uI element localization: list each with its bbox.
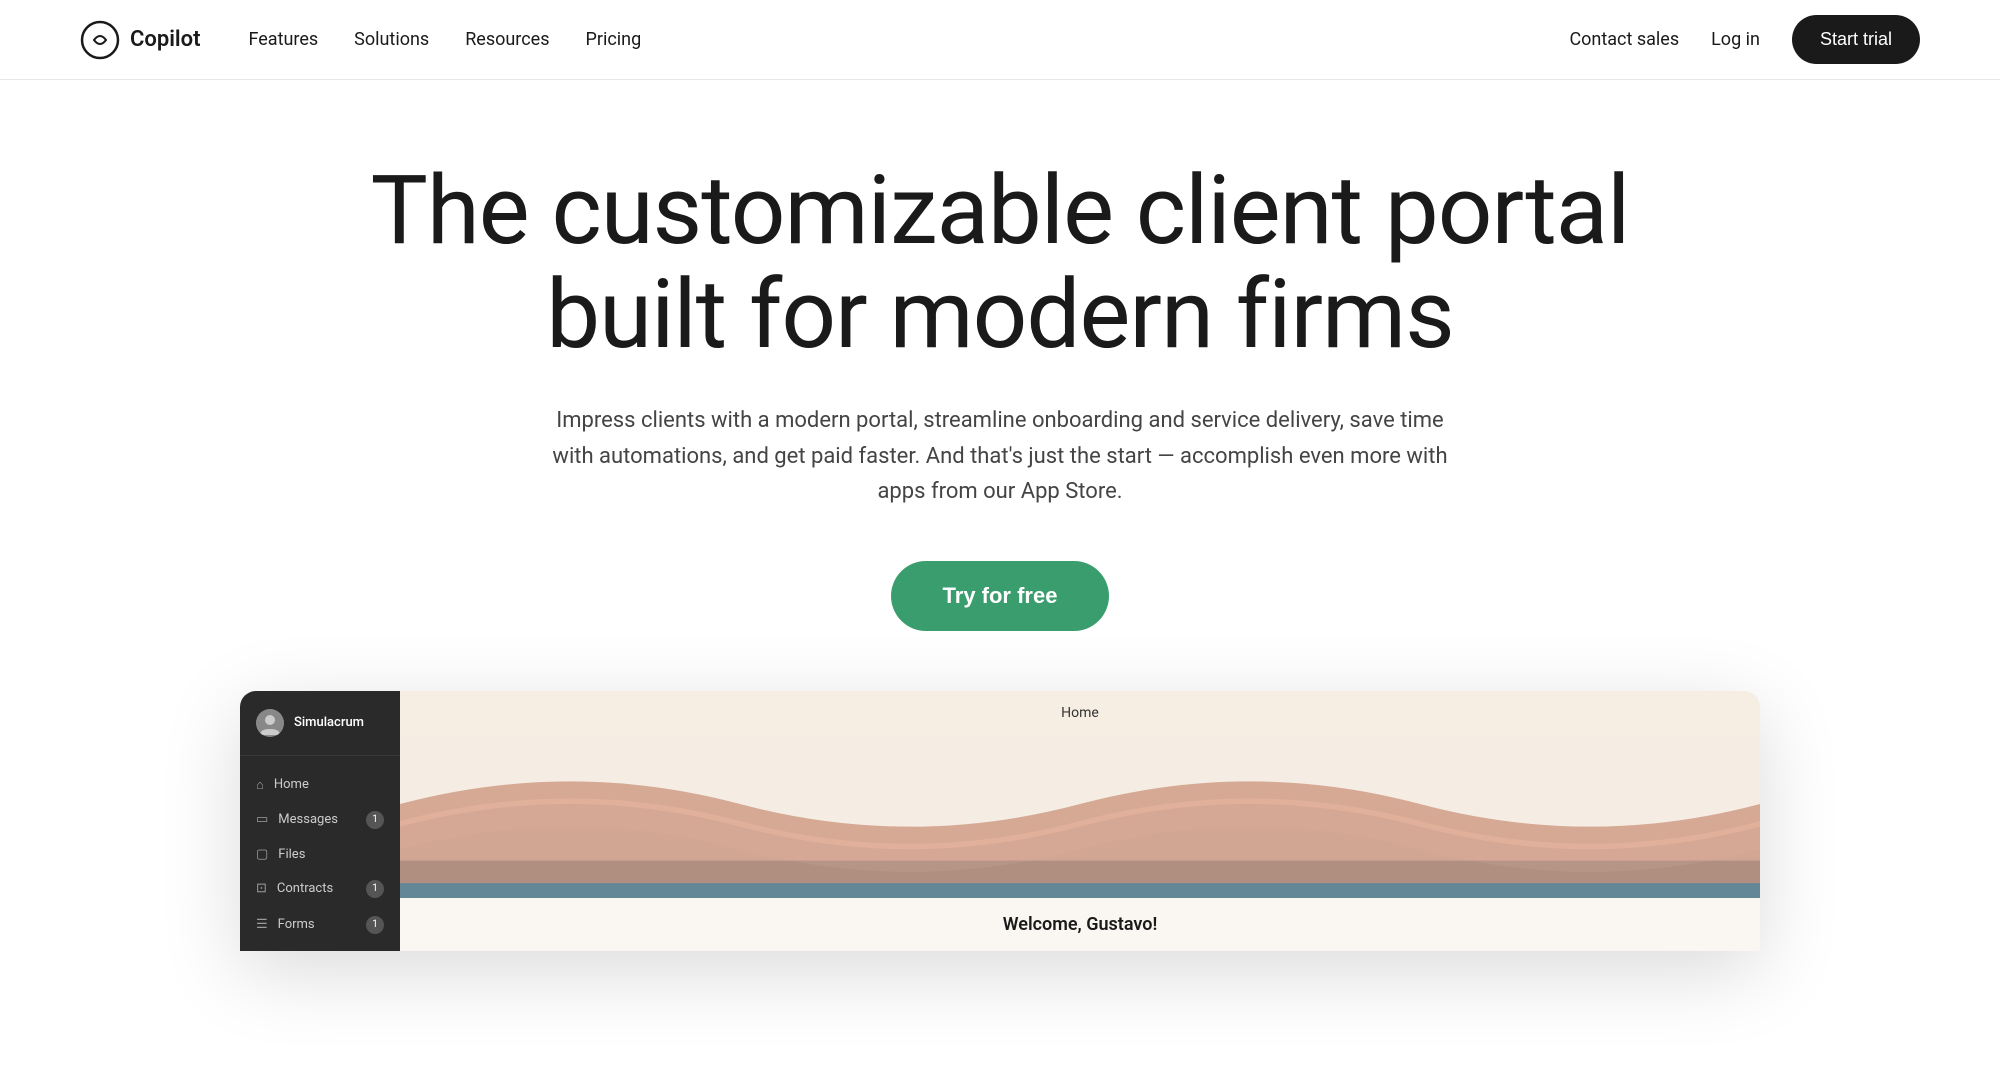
nav-right: Contact sales Log in Start trial [1569, 15, 1920, 64]
nav-left: Copilot Features Solutions Resources Pri… [80, 20, 641, 60]
welcome-section: Welcome, Gustavo! [400, 898, 1760, 951]
contracts-badge: 1 [366, 880, 384, 898]
home-icon: ⌂ [256, 777, 264, 793]
sidebar-item-messages[interactable]: ▭ Messages 1 [240, 802, 400, 838]
home-page-label: Home [1061, 705, 1099, 721]
dashboard-sidebar: Simulacrum ⌂ Home ▭ Messages 1 ▢ Files ⊡ [240, 691, 400, 951]
login-link[interactable]: Log in [1711, 29, 1760, 50]
dashboard-main: Home Welcome, Gustav [400, 691, 1760, 951]
sidebar-item-billing[interactable]: ⊞ Billing [240, 943, 400, 951]
forms-badge: 1 [366, 916, 384, 934]
sidebar-avatar [256, 709, 284, 737]
nav-links: Features Solutions Resources Pricing [248, 29, 641, 50]
nav-link-solutions[interactable]: Solutions [354, 29, 429, 50]
hero-title: The customizable client portal built for… [300, 160, 1700, 367]
dashboard-topbar: Home [400, 691, 1760, 735]
try-for-free-button[interactable]: Try for free [891, 561, 1110, 631]
main-nav: Copilot Features Solutions Resources Pri… [0, 0, 2000, 80]
logo-text: Copilot [130, 27, 200, 52]
files-icon: ▢ [256, 847, 268, 862]
sidebar-item-files-label: Files [278, 847, 305, 862]
sidebar-item-home[interactable]: ⌂ Home [240, 768, 400, 802]
sidebar-item-files[interactable]: ▢ Files [240, 838, 400, 871]
sidebar-item-contracts[interactable]: ⊡ Contracts 1 [240, 871, 400, 907]
logo-icon [80, 20, 120, 60]
welcome-text: Welcome, Gustavo! [1003, 914, 1158, 935]
logo-link[interactable]: Copilot [80, 20, 200, 60]
messages-badge: 1 [366, 811, 384, 829]
sidebar-brand-name: Simulacrum [294, 715, 364, 730]
sidebar-header: Simulacrum [240, 691, 400, 756]
contracts-icon: ⊡ [256, 881, 267, 896]
sidebar-nav: ⌂ Home ▭ Messages 1 ▢ Files ⊡ Contracts … [240, 756, 400, 951]
sidebar-item-forms-label: Forms [278, 917, 315, 932]
messages-icon: ▭ [256, 812, 268, 827]
sidebar-item-forms[interactable]: ☰ Forms 1 [240, 907, 400, 943]
dashboard-preview: Simulacrum ⌂ Home ▭ Messages 1 ▢ Files ⊡ [240, 691, 1760, 951]
start-trial-button[interactable]: Start trial [1792, 15, 1920, 64]
nav-link-resources[interactable]: Resources [465, 29, 549, 50]
nav-link-pricing[interactable]: Pricing [586, 29, 642, 50]
contact-sales-link[interactable]: Contact sales [1569, 29, 1679, 50]
hero-section: The customizable client portal built for… [0, 80, 2000, 1011]
sidebar-item-messages-label: Messages [278, 812, 338, 827]
hero-subtitle: Impress clients with a modern portal, st… [550, 403, 1450, 509]
avatar-icon [256, 709, 284, 737]
forms-icon: ☰ [256, 917, 268, 932]
sidebar-item-home-label: Home [274, 777, 309, 792]
nav-link-features[interactable]: Features [248, 29, 318, 50]
sidebar-item-contracts-label: Contracts [277, 881, 333, 896]
